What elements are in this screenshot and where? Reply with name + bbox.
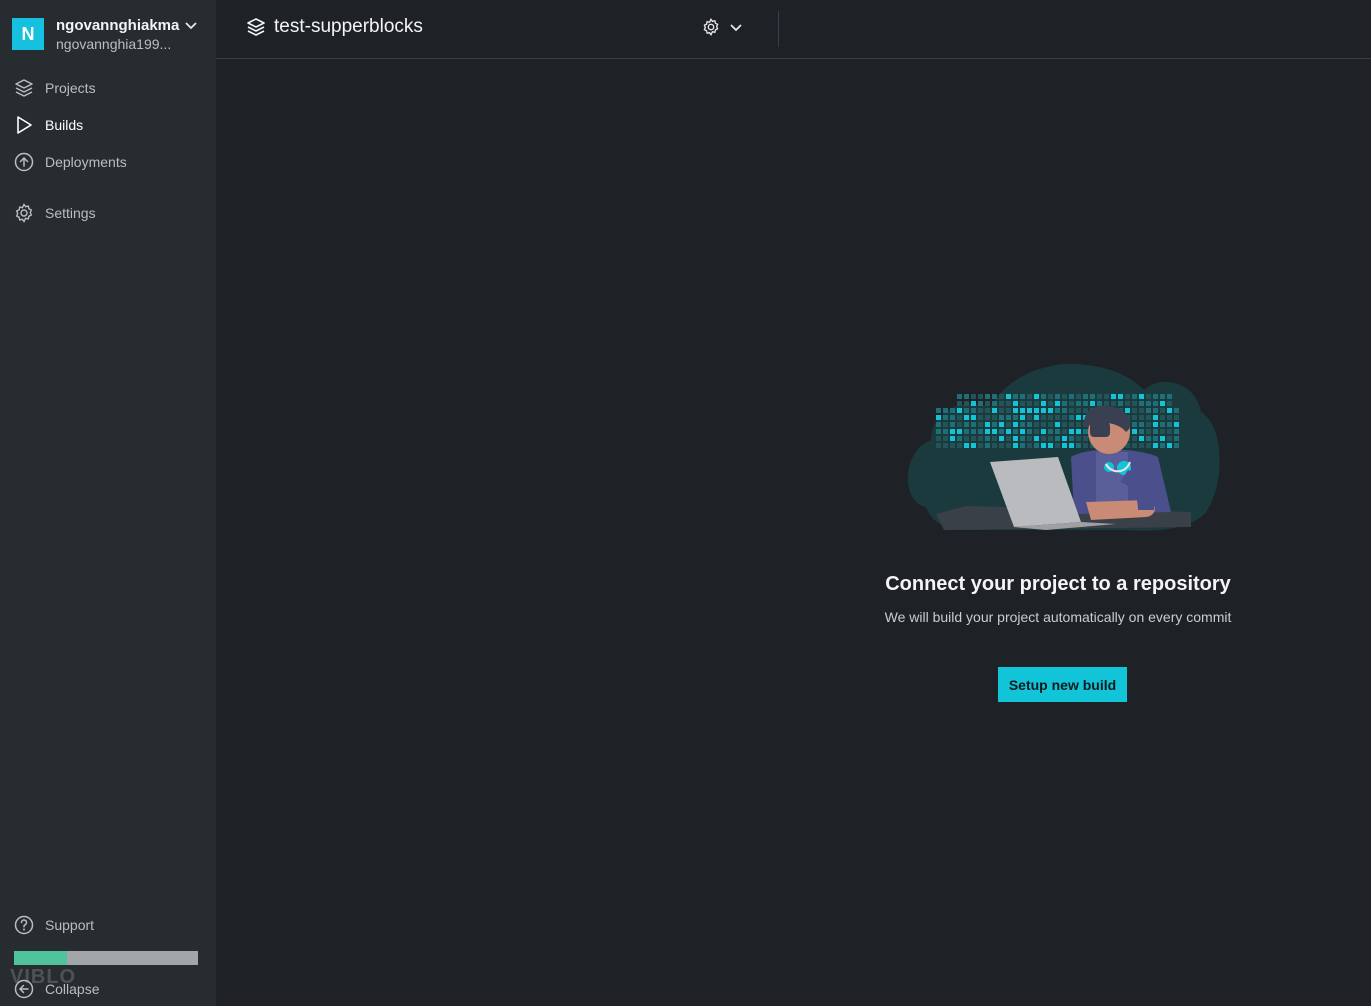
sidebar-item-label: Support xyxy=(45,917,95,933)
sidebar-item-label: Builds xyxy=(45,117,84,133)
gear-icon xyxy=(15,203,33,223)
header-divider xyxy=(778,11,779,47)
chevron-down-icon[interactable] xyxy=(184,19,198,33)
project-settings-menu-button[interactable] xyxy=(700,16,746,38)
usage-progress-fill xyxy=(14,951,68,965)
help-circle-icon xyxy=(14,915,34,935)
sidebar-item-label: Collapse xyxy=(45,981,100,997)
empty-state-subtitle: We will build your project automatically… xyxy=(884,609,1232,625)
gear-icon xyxy=(703,18,719,36)
empty-state-title: Connect your project to a repository xyxy=(885,573,1231,595)
chevron-down-icon xyxy=(730,24,742,32)
avatar: N xyxy=(12,18,44,50)
account-name: ngovannghiakma xyxy=(56,17,180,34)
sidebar-item-support[interactable]: Support xyxy=(0,908,216,942)
sidebar-item-label: Settings xyxy=(45,205,96,221)
sidebar-item-builds[interactable]: Builds xyxy=(0,108,216,142)
sidebar-item-label: Projects xyxy=(45,80,96,96)
account-switcher[interactable]: N ngovannghiakma ngovannghia199... xyxy=(12,17,208,53)
upload-circle-icon xyxy=(14,152,34,172)
layers-icon xyxy=(247,18,265,36)
account-email: ngovannghia199... xyxy=(56,36,172,52)
developer-illustration xyxy=(907,363,1220,531)
sidebar-item-label: Deployments xyxy=(45,154,127,170)
arrow-left-circle-icon xyxy=(14,979,34,999)
usage-progress-bar xyxy=(14,951,198,965)
layers-icon xyxy=(15,79,33,97)
sidebar-item-settings[interactable]: Settings xyxy=(0,196,216,230)
sidebar: N ngovannghiakma ngovannghia199... Proje… xyxy=(0,0,216,1006)
sidebar-item-projects[interactable]: Projects xyxy=(0,71,216,105)
collapse-button[interactable]: Collapse xyxy=(0,972,216,1006)
play-icon xyxy=(17,116,32,134)
page-title: test-supperblocks xyxy=(274,16,423,37)
top-header: test-supperblocks xyxy=(216,0,1371,59)
setup-new-build-button[interactable]: Setup new build xyxy=(998,667,1127,702)
sidebar-item-deployments[interactable]: Deployments xyxy=(0,145,216,179)
